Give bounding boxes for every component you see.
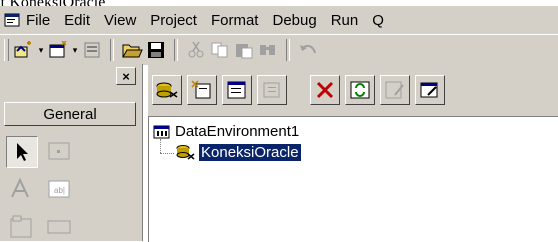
toolbox-panel: × General ab| (0, 64, 143, 241)
insert-stored-procedure-button[interactable] (222, 75, 252, 105)
frame-tool[interactable] (6, 212, 36, 242)
design-icon (385, 81, 404, 99)
vb-app-icon[interactable] (4, 12, 22, 28)
tree-root-label: DataEnvironment1 (175, 123, 300, 140)
copy-icon[interactable] (208, 39, 232, 61)
refresh-button[interactable] (345, 75, 375, 105)
frame-icon (10, 215, 32, 238)
add-child-command-icon (263, 82, 280, 98)
tree-connector (160, 139, 161, 153)
save-icon[interactable] (144, 39, 168, 61)
data-environment-icon (153, 125, 170, 138)
add-command-button[interactable] (187, 75, 217, 105)
toolbar-separator (174, 39, 178, 61)
pointer-tool[interactable] (6, 136, 38, 168)
properties-icon (420, 82, 438, 98)
toolbar-separator (286, 39, 290, 61)
properties-button[interactable] (415, 75, 445, 105)
menu-project[interactable]: Project (150, 12, 197, 29)
delete-button[interactable] (310, 75, 340, 105)
data-environment-designer: DataEnvironment1 KoneksiOracle (148, 64, 558, 242)
menu-editor-icon[interactable] (80, 39, 104, 61)
tree-root-node[interactable]: DataEnvironment1 (153, 123, 299, 140)
picturebox-icon (48, 142, 70, 160)
textbox-icon: ab| (48, 180, 70, 198)
chevron-down-icon[interactable]: ▾ (36, 39, 46, 61)
design-button[interactable] (380, 75, 410, 105)
add-form-icon[interactable] (46, 39, 70, 61)
menu-format[interactable]: Format (211, 12, 259, 29)
undo-icon[interactable] (296, 39, 320, 61)
toolbar-grip[interactable] (4, 39, 9, 61)
insert-procedures-icon (227, 81, 246, 99)
close-icon[interactable]: × (116, 67, 136, 85)
commandbutton-icon (47, 220, 71, 234)
connection-icon (176, 145, 195, 160)
delete-x-icon (316, 81, 334, 99)
menu-file[interactable]: File (26, 12, 50, 29)
toolbar-separator (110, 39, 114, 61)
menu-bar: File Edit View Project Format Debug Run … (0, 6, 558, 34)
tree-connector (160, 153, 174, 154)
menu-edit[interactable]: Edit (64, 12, 90, 29)
svg-text:ab|: ab| (54, 186, 65, 195)
menu-run[interactable]: Run (331, 12, 359, 29)
chevron-down-icon[interactable]: ▾ (70, 39, 80, 61)
add-command-icon (191, 80, 211, 99)
designer-toolbar (148, 64, 558, 116)
cut-icon[interactable] (184, 39, 208, 61)
menu-view[interactable]: View (104, 12, 136, 29)
paste-icon[interactable] (232, 39, 256, 61)
general-tab-button[interactable]: General (4, 102, 136, 126)
tree-connection-node[interactable]: KoneksiOracle (175, 142, 302, 162)
add-project-icon[interactable] (12, 39, 36, 61)
refresh-icon (350, 81, 370, 99)
tree-connection-label: KoneksiOracle (198, 142, 302, 162)
find-icon[interactable] (256, 39, 280, 61)
arrow-pointer-icon (17, 143, 28, 161)
picturebox-tool[interactable] (44, 136, 74, 166)
label-a-icon (11, 177, 29, 198)
standard-toolbar: ▾ ▾ (0, 34, 558, 65)
commandbutton-tool[interactable] (44, 212, 74, 242)
open-folder-icon[interactable] (120, 39, 144, 61)
textbox-tool[interactable]: ab| (44, 174, 74, 204)
add-connection-icon (156, 82, 178, 98)
add-connection-button[interactable] (152, 75, 182, 105)
add-child-command-button[interactable] (257, 75, 287, 105)
connection-tree: DataEnvironment1 KoneksiOracle (148, 116, 558, 242)
menu-query-partial[interactable]: Q (372, 12, 384, 29)
label-tool[interactable] (6, 174, 36, 204)
menu-debug[interactable]: Debug (272, 12, 316, 29)
